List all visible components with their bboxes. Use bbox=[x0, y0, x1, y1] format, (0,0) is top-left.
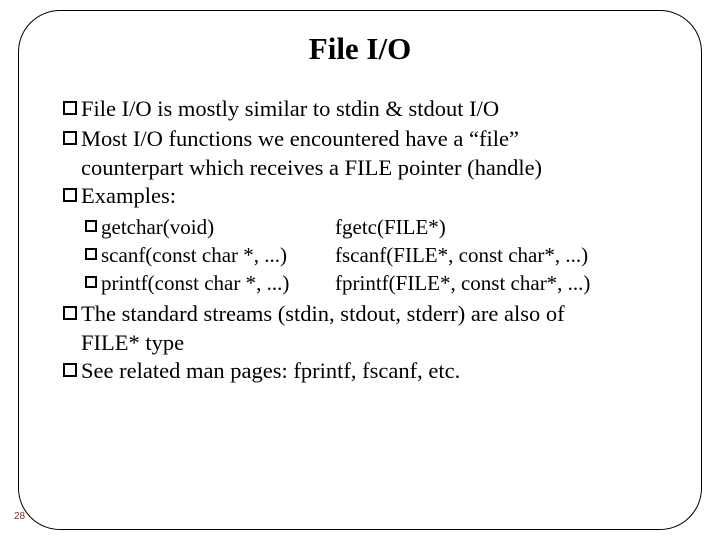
bullet-item: Examples: bbox=[63, 182, 657, 211]
examples-list: getchar(void) fgetc(FILE*) scanf(const c… bbox=[85, 214, 657, 297]
example-row: getchar(void) fgetc(FILE*) bbox=[85, 214, 657, 241]
bullet-text: Most I/O functions we encountered have a… bbox=[81, 125, 657, 154]
example-row: printf(const char *, ...) fprintf(FILE*,… bbox=[85, 270, 657, 297]
square-bullet-icon bbox=[63, 306, 77, 320]
square-bullet-icon bbox=[63, 363, 77, 377]
bullet-text: Examples: bbox=[81, 182, 657, 211]
example-left: getchar(void) bbox=[101, 214, 335, 241]
bullet-text-continuation: FILE* type bbox=[81, 329, 657, 358]
square-bullet-icon bbox=[85, 220, 97, 232]
square-bullet-icon bbox=[63, 101, 77, 115]
bullet-text: The standard streams (stdin, stdout, std… bbox=[81, 300, 657, 329]
square-bullet-icon bbox=[63, 188, 77, 202]
example-row: scanf(const char *, ...) fscanf(FILE*, c… bbox=[85, 242, 657, 269]
bullet-list: File I/O is mostly similar to stdin & st… bbox=[63, 95, 657, 386]
slide-frame: File I/O File I/O is mostly similar to s… bbox=[18, 10, 702, 530]
bullet-text: File I/O is mostly similar to stdin & st… bbox=[81, 95, 657, 124]
example-right: fgetc(FILE*) bbox=[335, 214, 657, 241]
square-bullet-icon bbox=[63, 131, 77, 145]
page-number: 28 bbox=[14, 511, 25, 522]
bullet-item: The standard streams (stdin, stdout, std… bbox=[63, 300, 657, 329]
bullet-item: File I/O is mostly similar to stdin & st… bbox=[63, 95, 657, 124]
example-left: printf(const char *, ...) bbox=[101, 270, 335, 297]
example-right: fprintf(FILE*, const char*, ...) bbox=[335, 270, 657, 297]
slide-title: File I/O bbox=[63, 31, 657, 67]
bullet-text: See related man pages: fprintf, fscanf, … bbox=[81, 357, 657, 386]
example-right: fscanf(FILE*, const char*, ...) bbox=[335, 242, 657, 269]
bullet-item: Most I/O functions we encountered have a… bbox=[63, 125, 657, 154]
example-left: scanf(const char *, ...) bbox=[101, 242, 335, 269]
bullet-text-continuation: counterpart which receives a FILE pointe… bbox=[81, 154, 657, 183]
square-bullet-icon bbox=[85, 276, 97, 288]
square-bullet-icon bbox=[85, 248, 97, 260]
bullet-item: See related man pages: fprintf, fscanf, … bbox=[63, 357, 657, 386]
